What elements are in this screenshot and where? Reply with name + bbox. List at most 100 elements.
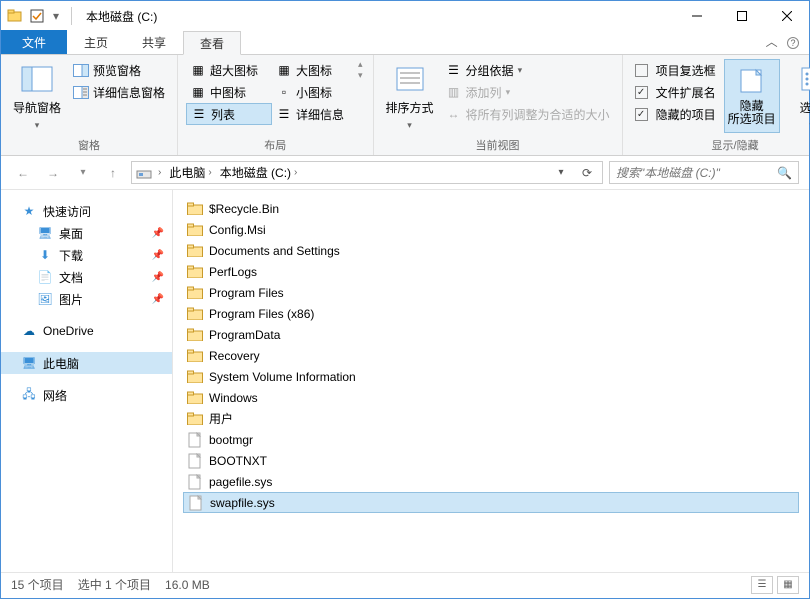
file-row[interactable]: PerfLogs [183, 261, 799, 282]
close-button[interactable] [764, 2, 809, 31]
file-row[interactable]: bootmgr [183, 429, 799, 450]
hidden-items-toggle[interactable]: ✓隐藏的项目 [631, 103, 720, 125]
file-row[interactable]: 用户 [183, 408, 799, 429]
up-button[interactable]: ↑ [101, 161, 125, 185]
list-icon: ☰ [191, 106, 207, 122]
downloads-icon: ⬇ [37, 247, 53, 263]
file-row[interactable]: swapfile.sys [183, 492, 799, 513]
qat-checkbox-icon[interactable] [29, 8, 45, 24]
folder-icon [187, 222, 203, 238]
tree-quick-access[interactable]: ★快速访问 [1, 200, 172, 222]
file-list[interactable]: $Recycle.Bin Config.Msi Documents and Sett… [173, 190, 809, 572]
dropdown-icon: ▾ [407, 120, 412, 131]
file-row[interactable]: ProgramData [183, 324, 799, 345]
group-by-button[interactable]: ☰分组依据 ▾ [442, 59, 614, 81]
qat-dropdown-icon[interactable]: ▾ [51, 8, 61, 24]
file-row[interactable]: Windows [183, 387, 799, 408]
search-input[interactable] [616, 166, 777, 180]
layout-large[interactable]: ▦大图标 [272, 59, 352, 81]
tab-home[interactable]: 主页 [67, 30, 125, 54]
tree-documents[interactable]: 📄文档📌 [1, 266, 172, 288]
forward-button[interactable]: → [41, 161, 65, 185]
file-name: Config.Msi [209, 223, 266, 237]
file-name: Program Files [209, 286, 284, 300]
file-row[interactable]: System Volume Information [183, 366, 799, 387]
file-row[interactable]: Documents and Settings [183, 240, 799, 261]
network-icon: 🖧 [21, 387, 37, 403]
fit-columns-button[interactable]: ↔将所有列调整为合适的大小 [442, 103, 614, 125]
ribbon-group-panes: 导航窗格 ▾ 预览窗格 详细信息窗格 窗格 [1, 55, 178, 155]
file-name: bootmgr [209, 433, 253, 447]
preview-pane-button[interactable]: 预览窗格 [69, 59, 169, 81]
file-icon [187, 474, 203, 490]
hide-icon [736, 64, 768, 96]
sort-by-button[interactable]: 排序方式 ▾ [382, 59, 438, 133]
folder-icon [187, 306, 203, 322]
file-row[interactable]: Program Files [183, 282, 799, 303]
ribbon: 导航窗格 ▾ 预览窗格 详细信息窗格 窗格 ▦超大图标 ▦大图标 [1, 55, 809, 156]
view-icons-button[interactable]: ▦ [777, 576, 799, 594]
add-columns-button[interactable]: ▥添加列 ▾ [442, 81, 614, 103]
maximize-button[interactable] [719, 2, 764, 31]
folder-icon [187, 264, 203, 280]
pin-icon: 📌 [152, 294, 164, 305]
file-name: 用户 [209, 410, 233, 427]
folder-icon [187, 390, 203, 406]
options-button[interactable]: 选项 ▾ [784, 59, 810, 133]
navigation-tree[interactable]: ★快速访问 🖥桌面📌 ⬇下载📌 📄文档📌 🖼图片📌 ☁OneDrive 🖥此电脑… [1, 190, 173, 572]
group-label: 显示/隐藏 [631, 135, 810, 153]
app-icon [7, 8, 23, 24]
pictures-icon: 🖼 [37, 291, 53, 307]
tab-share[interactable]: 共享 [125, 30, 183, 54]
tree-network[interactable]: 🖧网络 [1, 384, 172, 406]
search-icon: 🔍 [777, 166, 792, 180]
breadcrumb-drive[interactable]: 本地磁盘 (C:) › [218, 164, 300, 181]
file-name: ProgramData [209, 328, 280, 342]
tree-onedrive[interactable]: ☁OneDrive [1, 320, 172, 342]
file-row[interactable]: Config.Msi [183, 219, 799, 240]
file-row[interactable]: BOOTNXT [183, 450, 799, 471]
back-button[interactable]: ← [11, 161, 35, 185]
file-row[interactable]: pagefile.sys [183, 471, 799, 492]
view-details-button[interactable]: ☰ [751, 576, 773, 594]
tree-downloads[interactable]: ⬇下载📌 [1, 244, 172, 266]
minimize-button[interactable] [674, 2, 719, 31]
refresh-button[interactable]: ⟳ [576, 162, 598, 183]
layout-extra-large[interactable]: ▦超大图标 [186, 59, 272, 81]
recent-dropdown[interactable]: ▾ [71, 161, 95, 185]
tree-pictures[interactable]: 🖼图片📌 [1, 288, 172, 310]
file-row[interactable]: Program Files (x86) [183, 303, 799, 324]
navigation-bar: ← → ▾ ↑ › 此电脑 › 本地磁盘 (C:) › ▾ ⟳ 🔍 [1, 156, 809, 190]
file-name: swapfile.sys [210, 496, 275, 510]
file-ext-toggle[interactable]: ✓文件扩展名 [631, 81, 720, 103]
file-row[interactable]: Recovery [183, 345, 799, 366]
group-icon: ☰ [446, 62, 462, 78]
status-selected: 选中 1 个项目 [78, 576, 151, 593]
address-dropdown[interactable]: ▾ [550, 162, 572, 183]
tab-file[interactable]: 文件 [1, 30, 67, 54]
layout-small[interactable]: ▫小图标 [272, 81, 352, 103]
layout-medium[interactable]: ▦中图标 [186, 81, 272, 103]
main-area: ★快速访问 🖥桌面📌 ⬇下载📌 📄文档📌 🖼图片📌 ☁OneDrive 🖥此电脑… [1, 190, 809, 572]
file-name: Program Files (x86) [209, 307, 314, 321]
layout-details[interactable]: ☰详细信息 [272, 103, 352, 125]
tree-this-pc[interactable]: 🖥此电脑 [1, 352, 172, 374]
file-name: PerfLogs [209, 265, 257, 279]
ribbon-collapse-button[interactable]: ︿ ? [756, 29, 809, 54]
window-title: 本地磁盘 (C:) [86, 8, 157, 25]
layout-list[interactable]: ☰列表 [186, 103, 272, 125]
item-checkboxes-toggle[interactable]: 项目复选框 [631, 59, 720, 81]
file-name: $Recycle.Bin [209, 202, 279, 216]
file-row[interactable]: $Recycle.Bin [183, 198, 799, 219]
folder-icon [187, 285, 203, 301]
navigation-pane-button[interactable]: 导航窗格 ▾ [9, 59, 65, 133]
search-box[interactable]: 🔍 [609, 161, 799, 184]
breadcrumb-this-pc[interactable]: 此电脑 › [167, 164, 213, 181]
tab-view[interactable]: 查看 [183, 31, 241, 55]
address-bar[interactable]: › 此电脑 › 本地磁盘 (C:) › ▾ ⟳ [131, 161, 603, 184]
layout-expand[interactable]: ▴▾ [356, 59, 365, 81]
tree-desktop[interactable]: 🖥桌面📌 [1, 222, 172, 244]
folder-icon [187, 348, 203, 364]
details-pane-button[interactable]: 详细信息窗格 [69, 81, 169, 103]
hide-selected-button[interactable]: 隐藏 所选项目 [724, 59, 780, 133]
